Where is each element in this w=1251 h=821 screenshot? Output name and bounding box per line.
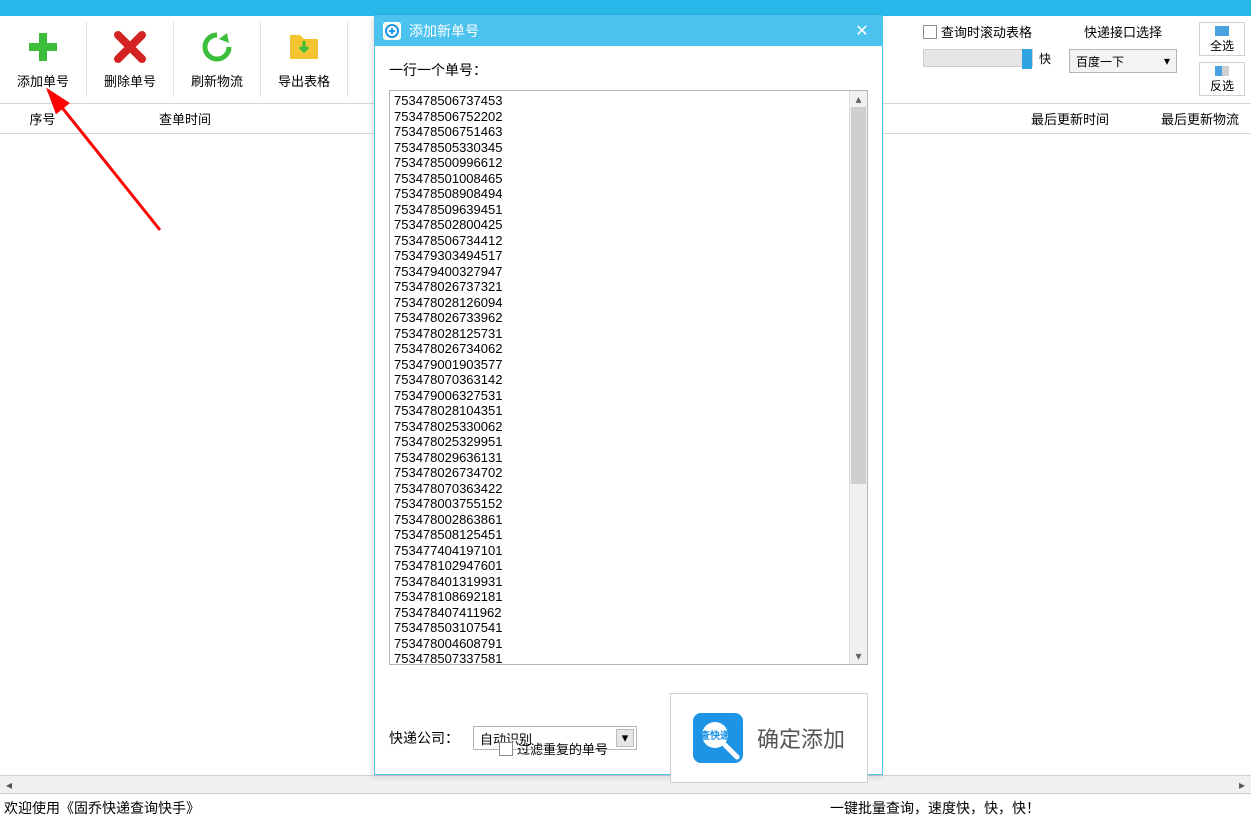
slider-thumb[interactable]	[1022, 49, 1032, 69]
col-seq[interactable]: 序号	[0, 109, 85, 128]
scroll-on-query-label: 查询时滚动表格	[941, 22, 1032, 41]
invert-icon	[1215, 65, 1229, 75]
scroll-up-icon[interactable]: ▴	[850, 91, 867, 107]
scroll-right-icon[interactable]: ▸	[1233, 777, 1251, 793]
api-select[interactable]: 百度一下 ▾	[1069, 49, 1177, 73]
svg-text:查快递: 查快递	[699, 729, 730, 742]
api-selected: 百度一下	[1076, 53, 1124, 70]
delete-tracking-button[interactable]: 删除单号	[87, 18, 173, 101]
select-all-icon	[1215, 25, 1229, 35]
folder-export-icon	[286, 29, 322, 65]
checkbox-icon	[499, 742, 513, 756]
col-update-time[interactable]: 最后更新时间	[985, 109, 1155, 128]
modal-title-icon	[383, 22, 401, 40]
chevron-down-icon: ▾	[1164, 54, 1170, 68]
checkbox-icon	[923, 25, 937, 39]
col-update-loc[interactable]: 最后更新物流	[1155, 109, 1251, 128]
tracking-numbers-textarea[interactable]	[390, 91, 849, 664]
filter-dup-checkbox[interactable]: 过滤重复的单号	[499, 739, 608, 758]
modal-title: 添加新单号	[409, 21, 479, 41]
scroll-left-icon[interactable]: ◂	[0, 777, 18, 793]
scroll-down-icon[interactable]: ▾	[850, 648, 867, 664]
plus-icon	[25, 29, 61, 65]
status-left: 欢迎使用《固乔快递查询快手》	[0, 798, 200, 818]
api-title: 快递接口选择	[1084, 22, 1162, 41]
add-tracking-label: 添加单号	[17, 71, 69, 90]
invert-selection-button[interactable]: 反选	[1199, 62, 1245, 96]
filter-dup-label: 过滤重复的单号	[517, 739, 608, 758]
scroll-on-query-checkbox[interactable]: 查询时滚动表格	[923, 22, 1051, 41]
scrollbar-thumb[interactable]	[851, 107, 866, 484]
confirm-label: 确定添加	[757, 722, 845, 754]
speed-slider[interactable]	[923, 49, 1033, 67]
speed-label: 快	[1039, 50, 1051, 67]
modal-prompt: 一行一个单号：	[389, 60, 868, 80]
col-time[interactable]: 查单时间	[85, 109, 285, 128]
add-tracking-button[interactable]: 添加单号	[0, 18, 86, 101]
close-icon[interactable]: ✕	[850, 21, 874, 41]
chevron-down-icon: ▾	[616, 729, 634, 747]
x-icon	[112, 29, 148, 65]
textarea-scrollbar[interactable]: ▴ ▾	[849, 91, 867, 664]
confirm-add-button[interactable]: 查快递 确定添加	[670, 693, 868, 783]
export-button[interactable]: 导出表格	[261, 18, 347, 101]
status-right: 一键批量查询，速度快，快，快！	[830, 798, 1040, 818]
invert-label: 反选	[1210, 77, 1234, 94]
company-label: 快递公司：	[389, 728, 459, 748]
add-tracking-modal: 添加新单号 ✕ 一行一个单号： ▴ ▾ 快递公司： 自动识别 ▾ 查快递 确定添	[374, 15, 883, 775]
select-all-label: 全选	[1210, 37, 1234, 54]
delete-tracking-label: 删除单号	[104, 71, 156, 90]
search-express-icon: 查快递	[693, 713, 743, 763]
select-all-button[interactable]: 全选	[1199, 22, 1245, 56]
refresh-label: 刷新物流	[191, 71, 243, 90]
refresh-icon	[199, 29, 235, 65]
refresh-button[interactable]: 刷新物流	[174, 18, 260, 101]
status-bar: 欢迎使用《固乔快递查询快手》 一键批量查询，速度快，快，快！	[0, 793, 1251, 821]
export-label: 导出表格	[278, 71, 330, 90]
